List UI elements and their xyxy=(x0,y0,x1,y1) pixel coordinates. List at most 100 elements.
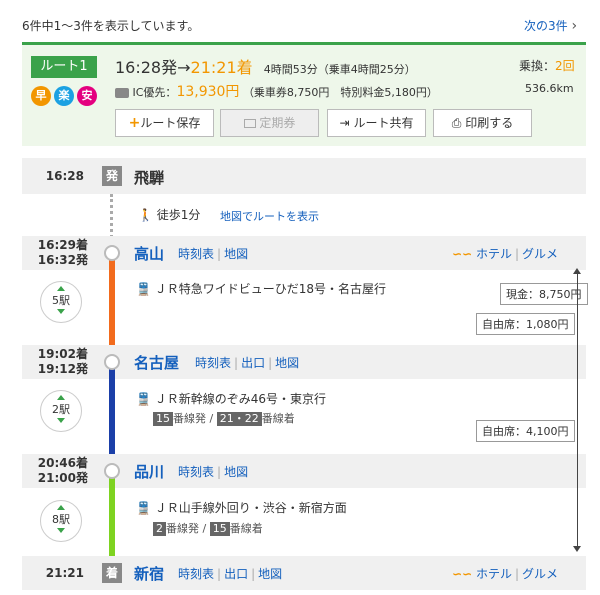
timetable-link[interactable]: 時刻表 xyxy=(195,356,231,370)
dep-time: 19:12発 xyxy=(37,362,88,376)
commuter-pass-label: 定期券 xyxy=(259,116,296,130)
hotel-link[interactable]: ホテル xyxy=(476,567,512,581)
print-label: 印刷する xyxy=(465,116,514,130)
ic-label: IC優先： xyxy=(132,86,177,99)
arr-track-number: 21・22 xyxy=(216,412,262,426)
hotel-logo-icon: ∽∽ xyxy=(452,567,473,581)
fast-icon: 早 xyxy=(31,86,51,106)
share-route-label: ルート共有 xyxy=(353,116,414,130)
stop-count: 8駅 xyxy=(52,513,70,526)
next-results-link[interactable]: 次の3件 › xyxy=(524,17,577,34)
printer-icon: ⎙ xyxy=(451,116,462,130)
duration: 4時間53分（乗車4時間25分） xyxy=(263,63,416,76)
share-route-button[interactable]: ⇥ ルート共有 xyxy=(327,109,426,137)
route-summary: ルート1 早 楽 安 16:28発→21:21着 4時間53分（乗車4時間25分… xyxy=(22,42,586,146)
train-icon: 🚆 xyxy=(136,282,151,296)
map-link[interactable]: 地図 xyxy=(224,247,248,261)
expand-down-icon xyxy=(57,418,65,423)
map-link[interactable]: 地図 xyxy=(258,567,282,581)
destination-time: 21:21 xyxy=(45,566,84,580)
walk-info: 🚶 徒歩1分 xyxy=(138,206,200,223)
train-name: ＪＲ山手線外回り・渋谷・新宿方面 xyxy=(154,501,347,515)
expand-down-icon xyxy=(57,309,65,314)
map-link[interactable]: 地図 xyxy=(224,465,248,479)
save-route-label: ルート保存 xyxy=(140,116,201,130)
hotel-link[interactable]: ホテル xyxy=(476,247,512,261)
fare-detail: （乗車券8,750円 特別料金5,180円） xyxy=(242,86,438,99)
train-name: ＪＲ新幹線のぞみ46号・東京行 xyxy=(154,392,327,406)
pass-icon xyxy=(243,119,256,128)
platform-info: 15 番線発 / 21・22 番線着 xyxy=(153,410,295,426)
exit-link[interactable]: 出口 xyxy=(224,567,248,581)
arr-track-suffix: 番線着 xyxy=(229,522,263,535)
segment-line-1 xyxy=(109,253,115,360)
arr-track-number: 15 xyxy=(209,522,230,536)
dep-track-number: 2 xyxy=(153,522,166,536)
hotel-logo-icon: ∽∽ xyxy=(452,247,473,261)
stop-count-toggle[interactable]: 8駅 xyxy=(40,500,82,542)
station-name[interactable]: 名古屋 xyxy=(134,352,179,373)
arrival-badge: 着 xyxy=(102,563,122,583)
walk-icon: 🚶 xyxy=(138,208,153,222)
station-links: 時刻表 | 出口 | 地図 xyxy=(178,567,283,581)
expand-down-icon xyxy=(57,528,65,533)
walk-time: 徒歩1分 xyxy=(156,208,201,222)
walk-map-link[interactable]: 地図でルートを表示 xyxy=(220,208,319,224)
station-name[interactable]: 高山 xyxy=(134,243,164,264)
station-node xyxy=(104,245,120,261)
timetable-link[interactable]: 時刻表 xyxy=(178,567,214,581)
fare-span-line xyxy=(577,270,578,550)
gourmet-link[interactable]: グルメ xyxy=(522,247,558,261)
station-node xyxy=(104,354,120,370)
stop-count-toggle[interactable]: 2駅 xyxy=(40,390,82,432)
expand-up-icon xyxy=(57,505,65,510)
dep-time: 16:32発 xyxy=(37,253,88,267)
stop-count: 5駅 xyxy=(52,294,70,307)
station-name[interactable]: 品川 xyxy=(134,461,164,482)
stop-count: 2駅 xyxy=(52,403,70,416)
arrival-time: 21:21着 xyxy=(190,58,253,77)
route-number-badge: ルート1 xyxy=(31,56,97,78)
map-link[interactable]: 地図 xyxy=(275,356,299,370)
station-links: 時刻表 | 出口 | 地図 xyxy=(195,356,300,370)
fare-span-arrow-down-icon xyxy=(573,546,581,552)
transfer-label: 乗換： xyxy=(519,59,556,73)
transfer-count: 2回 xyxy=(555,59,575,73)
station-links: 時刻表 | 地図 xyxy=(178,465,249,479)
departure-time: 16:28発 xyxy=(115,58,178,77)
gourmet-link[interactable]: グルメ xyxy=(522,567,558,581)
exit-link[interactable]: 出口 xyxy=(241,356,265,370)
station-links: 時刻表 | 地図 xyxy=(178,247,249,261)
result-count-text: 6件中1～3件を表示しています。 xyxy=(22,19,200,33)
route-times: 16:28発→21:21着 4時間53分（乗車4時間25分） xyxy=(115,54,416,78)
arr-time: 19:02着 xyxy=(37,347,88,361)
train-icon: 🚆 xyxy=(136,392,151,406)
stop-count-toggle[interactable]: 5駅 xyxy=(40,281,82,323)
arrow-icon: → xyxy=(177,58,191,77)
total-fare: 13,930円 xyxy=(176,84,240,100)
cash-fare-box: 現金：8,750円 xyxy=(500,283,588,305)
easy-icon: 楽 xyxy=(54,86,74,106)
origin-row: 16:28 発 飛騨 xyxy=(22,158,586,194)
platform-info: 2 番線発 / 15 番線着 xyxy=(153,520,263,536)
transfer-info: 乗換：2回 xyxy=(519,57,575,74)
hotel-gourmet-links: ∽∽ ホテル | グルメ xyxy=(452,567,559,581)
timetable-link[interactable]: 時刻表 xyxy=(178,465,214,479)
commuter-pass-button[interactable]: 定期券 xyxy=(220,109,319,137)
walk-dotted-line xyxy=(110,194,114,238)
origin-station-name: 飛騨 xyxy=(134,169,165,187)
train-name: ＪＲ特急ワイドビューひだ18号・名古屋行 xyxy=(154,282,387,296)
ic-card-icon xyxy=(115,88,129,98)
arr-time: 20:46着 xyxy=(37,456,88,470)
share-icon: ⇥ xyxy=(339,116,350,130)
print-button[interactable]: ⎙ 印刷する xyxy=(433,109,532,137)
chevron-right-icon: › xyxy=(571,18,578,34)
next-results-label: 次の3件 xyxy=(524,19,568,33)
destination-station-name[interactable]: 新宿 xyxy=(134,563,164,584)
destination-row: 21:21 着 新宿 時刻表 | 出口 | 地図 ∽∽ ホテル | グルメ xyxy=(22,556,586,590)
fare-info: IC優先：13,930円 （乗車券8,750円 特別料金5,180円） xyxy=(115,81,438,101)
distance: 536.6km xyxy=(525,82,574,95)
save-route-button[interactable]: +ルート保存 xyxy=(115,109,214,137)
timetable-link[interactable]: 時刻表 xyxy=(178,247,214,261)
arr-time: 16:29着 xyxy=(37,238,88,252)
